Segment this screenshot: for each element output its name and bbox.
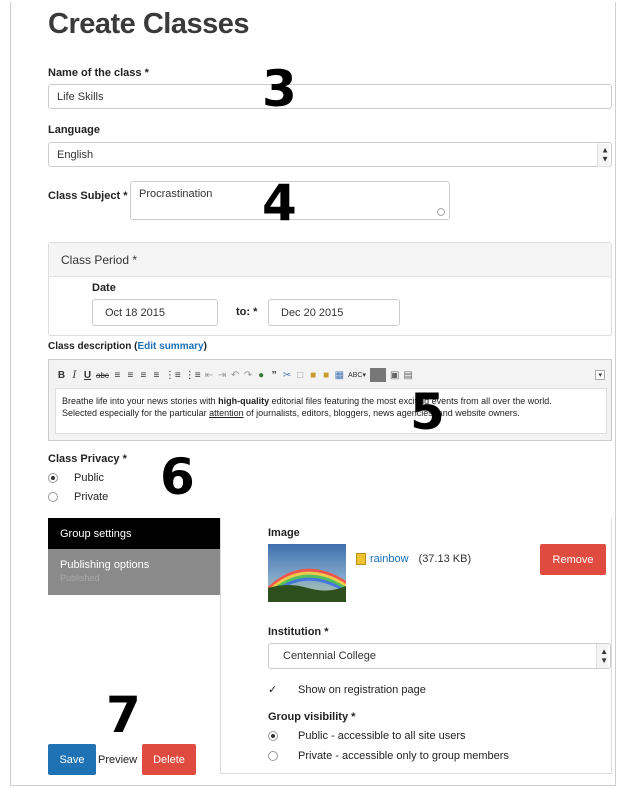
bold-icon[interactable]: B bbox=[57, 370, 66, 381]
delete-button[interactable]: Delete bbox=[142, 744, 196, 775]
tab-publishing-options-label: Publishing options bbox=[60, 559, 150, 571]
group-visibility-label: Group visibility * bbox=[268, 711, 356, 723]
language-label: Language bbox=[48, 124, 100, 136]
radio-unselected-icon[interactable] bbox=[48, 492, 58, 502]
class-name-label: Name of the class * bbox=[48, 67, 149, 79]
annotation-4: 4 bbox=[262, 174, 297, 232]
align-justify-icon[interactable]: ≡ bbox=[152, 370, 161, 381]
description-text-underline: attention bbox=[209, 408, 244, 419]
description-text-4: of journalists, editors, bloggers, news … bbox=[243, 408, 520, 419]
image-file-size: (37.13 KB) bbox=[418, 553, 472, 565]
radio-selected-icon[interactable] bbox=[268, 731, 278, 741]
language-value: English bbox=[57, 148, 94, 161]
horizontal-rule-icon[interactable]: ▤ bbox=[403, 370, 412, 381]
table-icon[interactable]: ▦ bbox=[335, 370, 344, 381]
show-on-registration-label: Show on registration page bbox=[298, 683, 426, 696]
save-button[interactable]: Save bbox=[48, 744, 96, 775]
color-icon[interactable] bbox=[369, 368, 386, 382]
resize-handle-icon[interactable] bbox=[437, 208, 445, 216]
visibility-option-private-label: Private - accessible only to group membe… bbox=[298, 750, 509, 762]
bullet-list-icon[interactable]: ⋮≡ bbox=[165, 370, 181, 381]
institution-label: Institution * bbox=[268, 626, 329, 638]
rich-text-editor: B I U abc ≡ ≡ ≡ ≡ ⋮≡ ⋮≡ ⇤ ⇥ ↶ ↷ ● ” ✂ □ … bbox=[48, 359, 612, 441]
class-subject-label: Class Subject * bbox=[48, 190, 128, 202]
language-select[interactable]: English ▲ ▼ bbox=[48, 142, 612, 167]
copy-icon[interactable]: □ bbox=[296, 370, 305, 381]
radio-unselected-icon[interactable] bbox=[268, 751, 278, 761]
institution-select[interactable]: Centennial College ▲ ▼ bbox=[268, 643, 611, 669]
annotation-5: 5 bbox=[410, 383, 445, 441]
cut-icon[interactable]: ✂ bbox=[283, 370, 292, 381]
quote-icon[interactable]: ” bbox=[270, 370, 279, 381]
description-text-1: Breathe life into your news stories with bbox=[62, 396, 219, 406]
file-icon bbox=[356, 553, 366, 565]
tab-group-settings[interactable]: Group settings bbox=[48, 518, 220, 549]
annotation-3: 3 bbox=[262, 60, 297, 118]
class-description-label-text: Class description ( bbox=[48, 341, 138, 352]
expand-icon[interactable]: ▾ bbox=[595, 370, 605, 380]
date-label: Date bbox=[92, 282, 116, 294]
italic-icon[interactable]: I bbox=[70, 370, 79, 381]
outdent-icon[interactable]: ⇤ bbox=[205, 370, 214, 381]
image-icon[interactable]: ▣ bbox=[390, 370, 399, 381]
privacy-option-public[interactable]: Public bbox=[48, 472, 104, 484]
strikethrough-icon[interactable]: abc bbox=[96, 371, 109, 380]
numbered-list-icon[interactable]: ⋮≡ bbox=[185, 370, 201, 381]
editor-content[interactable]: Breathe life into your news stories with… bbox=[55, 388, 607, 434]
image-file-link[interactable]: rainbow bbox=[370, 553, 409, 565]
page-title: Create Classes bbox=[48, 8, 249, 40]
privacy-option-private[interactable]: Private bbox=[48, 491, 108, 503]
radio-selected-icon[interactable] bbox=[48, 473, 58, 483]
date-to-value: Dec 20 2015 bbox=[281, 306, 344, 319]
align-right-icon[interactable]: ≡ bbox=[139, 370, 148, 381]
image-label: Image bbox=[268, 527, 300, 539]
tab-publishing-options[interactable]: Publishing options Published bbox=[48, 549, 220, 595]
edit-summary-link[interactable]: Edit summary bbox=[137, 341, 203, 352]
preview-button[interactable]: Preview bbox=[98, 754, 137, 766]
class-description-label: Class description (Edit summary) bbox=[48, 341, 207, 352]
underline-icon[interactable]: U bbox=[83, 370, 92, 381]
tab-publishing-status: Published bbox=[60, 573, 100, 583]
chevron-down-icon: ▲ ▼ bbox=[596, 644, 608, 668]
image-file-info: rainbow (37.13 KB) bbox=[356, 553, 471, 565]
chevron-down-icon: ▲ ▼ bbox=[597, 143, 609, 166]
indent-icon[interactable]: ⇥ bbox=[218, 370, 227, 381]
show-on-registration-checkbox[interactable]: ✓ Show on registration page bbox=[268, 683, 426, 697]
visibility-option-public[interactable]: Public - accessible to all site users bbox=[268, 730, 466, 742]
editor-toolbar: B I U abc ≡ ≡ ≡ ≡ ⋮≡ ⋮≡ ⇤ ⇥ ↶ ↷ ● ” ✂ □ … bbox=[57, 366, 605, 384]
description-text-3: Selected especially for the particular bbox=[62, 408, 210, 419]
annotation-7: 7 bbox=[106, 686, 141, 744]
annotation-6: 6 bbox=[160, 448, 195, 506]
remove-image-button[interactable]: Remove bbox=[540, 544, 606, 575]
spellcheck-icon[interactable]: ABC▾ bbox=[348, 371, 366, 379]
class-period-heading: Class Period * bbox=[49, 243, 611, 277]
class-description-label-close: ) bbox=[203, 341, 207, 352]
align-center-icon[interactable]: ≡ bbox=[126, 370, 135, 381]
class-name-value: Life Skills bbox=[57, 90, 104, 103]
date-to-input[interactable]: Dec 20 2015 bbox=[268, 299, 400, 326]
undo-icon[interactable]: ↶ bbox=[231, 370, 240, 381]
redo-icon[interactable]: ↷ bbox=[244, 370, 253, 381]
visibility-option-private[interactable]: Private - accessible only to group membe… bbox=[268, 750, 509, 762]
class-subject-value: Procrastination bbox=[139, 188, 213, 200]
date-from-value: Oct 18 2015 bbox=[105, 306, 165, 319]
checkmark-icon[interactable]: ✓ bbox=[268, 683, 278, 696]
align-left-icon[interactable]: ≡ bbox=[113, 370, 122, 381]
class-name-input[interactable]: Life Skills bbox=[48, 84, 612, 109]
privacy-option-public-label: Public bbox=[74, 472, 104, 484]
institution-value: Centennial College bbox=[283, 650, 376, 662]
date-to-label: to: * bbox=[236, 306, 258, 318]
privacy-option-private-label: Private bbox=[74, 491, 109, 503]
description-text-bold: high-quality bbox=[218, 396, 270, 406]
paste-text-icon[interactable]: ■ bbox=[322, 370, 331, 381]
paste-icon[interactable]: ■ bbox=[309, 370, 318, 381]
link-icon[interactable]: ● bbox=[257, 370, 266, 381]
visibility-option-public-label: Public - accessible to all site users bbox=[298, 730, 466, 742]
date-from-input[interactable]: Oct 18 2015 bbox=[92, 299, 218, 326]
class-privacy-label: Class Privacy * bbox=[48, 453, 127, 465]
rainbow-thumbnail bbox=[268, 544, 346, 602]
